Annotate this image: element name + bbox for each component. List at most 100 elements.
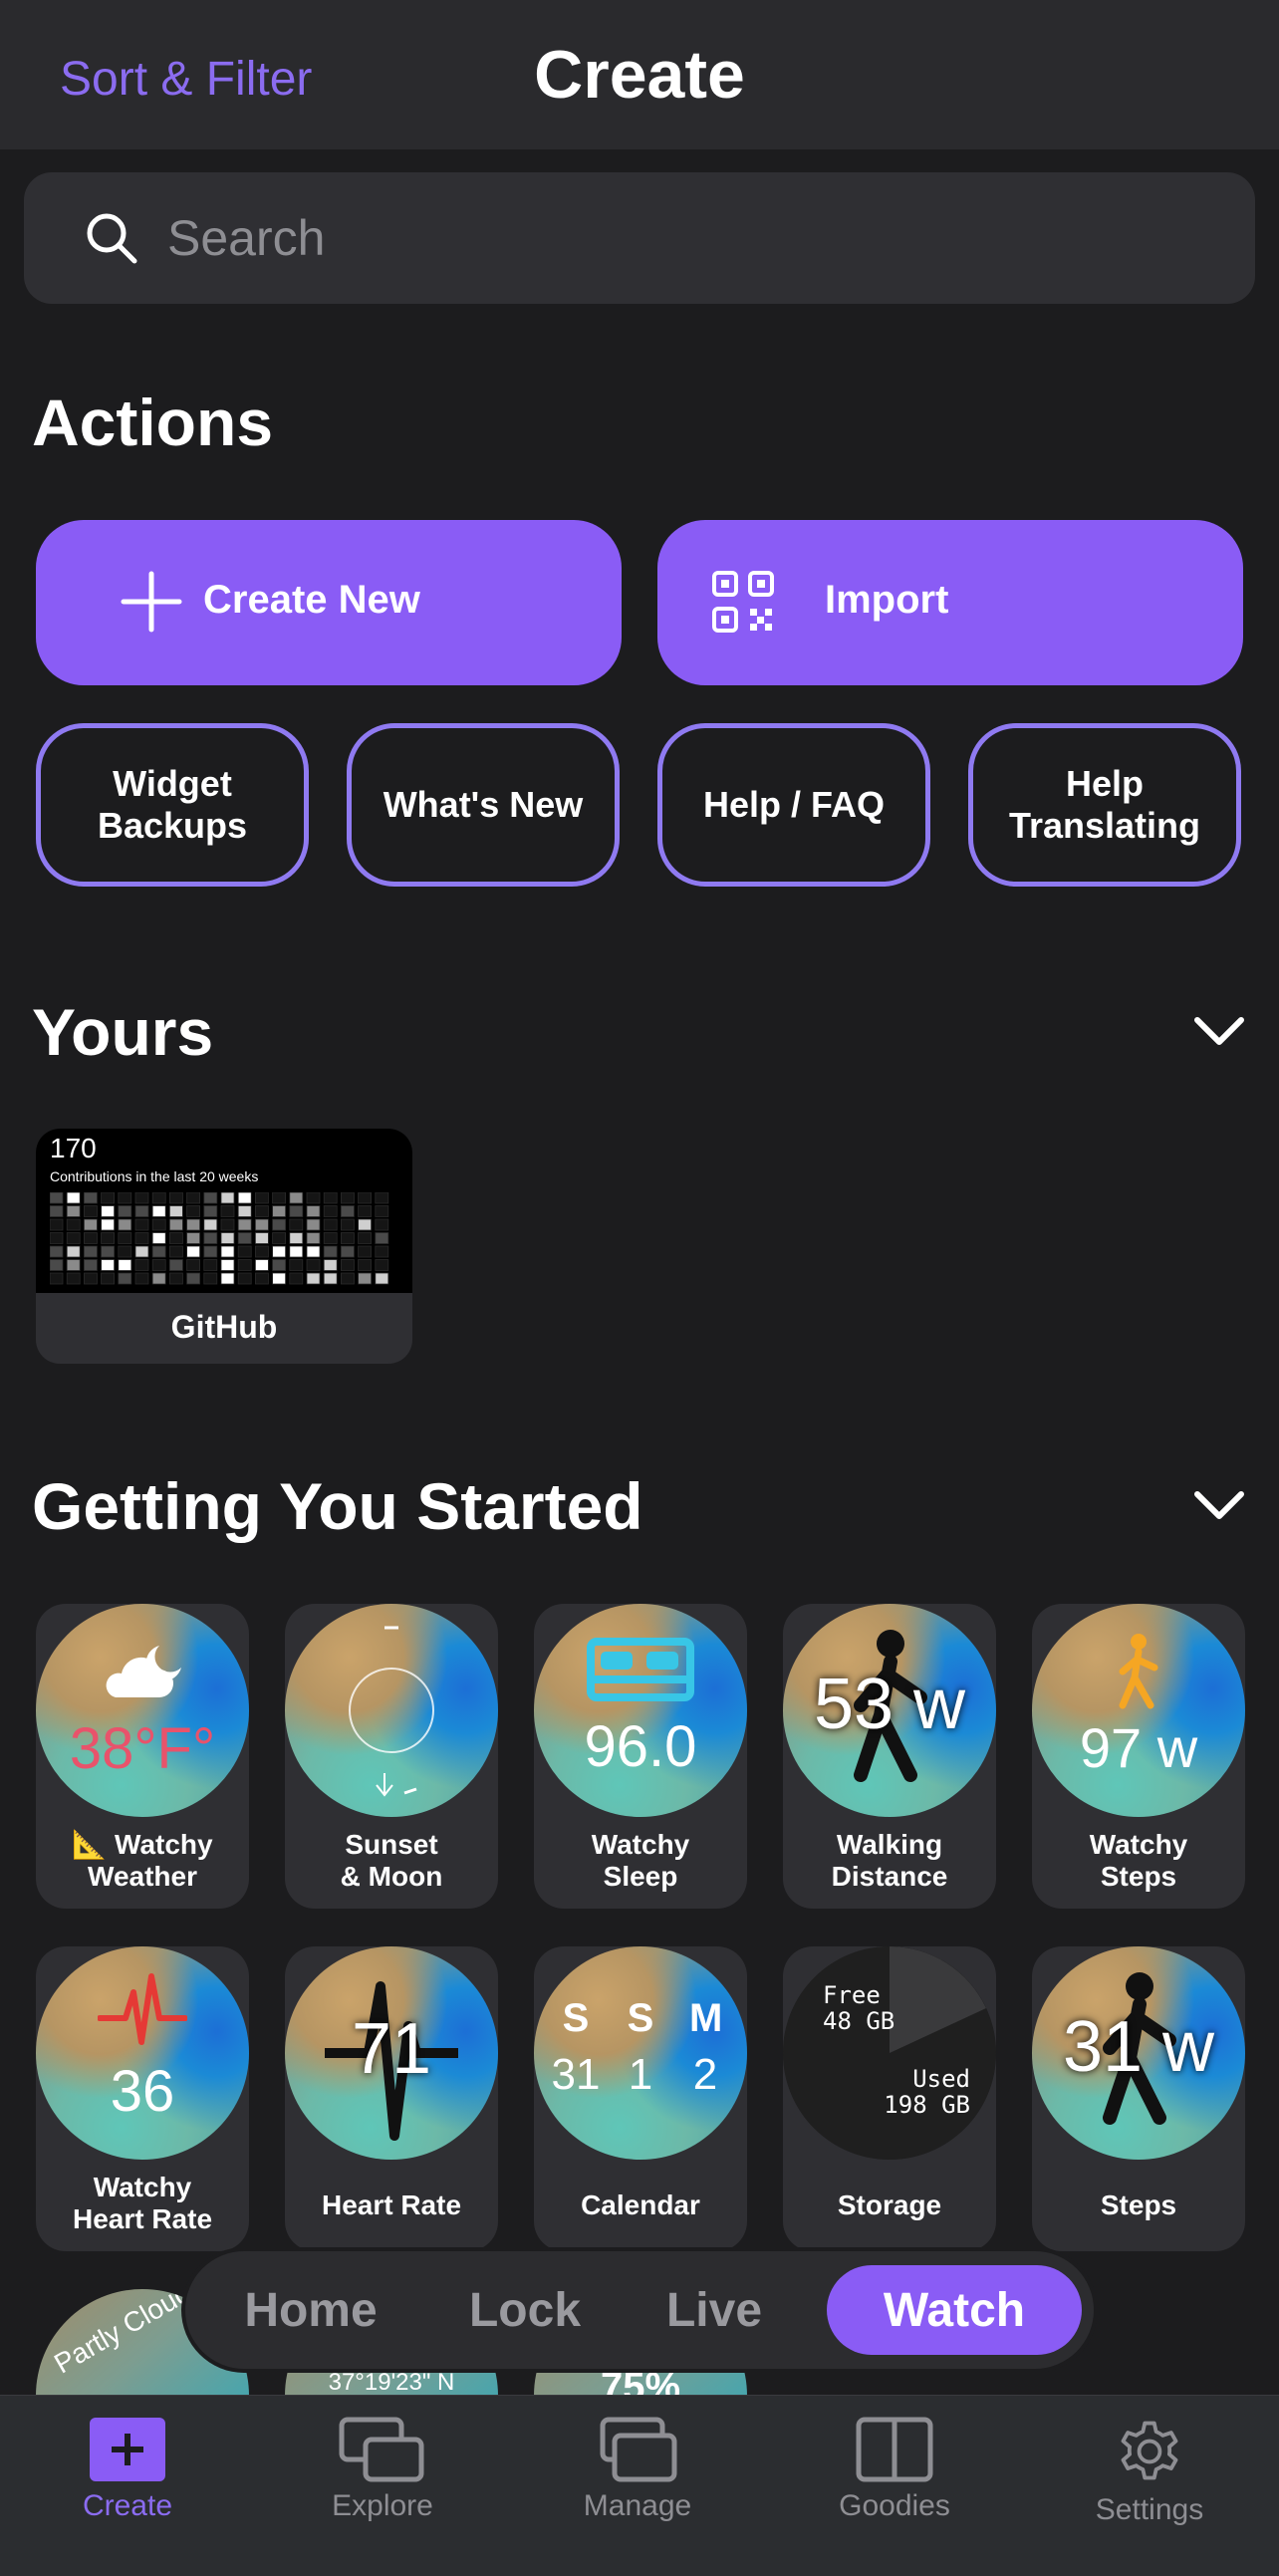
chevron-down-icon[interactable] — [1193, 1014, 1245, 1050]
contribution-cell — [118, 1232, 132, 1244]
steps-tile[interactable]: 31 w Steps — [1032, 1946, 1245, 2251]
contribution-cell — [151, 1245, 166, 1258]
contribution-cell — [101, 1218, 115, 1231]
contribution-cell — [169, 1259, 183, 1271]
github-widget-card[interactable]: 170 Contributions in the last 20 weeks G… — [36, 1129, 412, 1364]
contribution-cell — [118, 1218, 132, 1231]
contribution-cell — [118, 1205, 132, 1217]
contribution-cell — [50, 1192, 64, 1204]
heart-rate-tile[interactable]: 71 Heart Rate — [285, 1946, 498, 2251]
contribution-cell — [375, 1259, 389, 1271]
watchy-sleep-tile[interactable]: 96.0 Watchy Sleep — [534, 1604, 747, 1909]
contribution-cell — [101, 1272, 115, 1285]
contribution-cell — [101, 1192, 115, 1204]
calendar-date: 2 — [692, 2050, 718, 2099]
search-bar[interactable] — [24, 172, 1255, 304]
contribution-cell — [220, 1259, 235, 1271]
search-input[interactable] — [167, 202, 1213, 274]
tile-label: Heart Rate — [321, 2190, 462, 2220]
calendar-day: S — [562, 1996, 590, 2040]
sleep-value: 96.0 — [584, 1714, 697, 1779]
tab-explore[interactable]: Explore — [293, 2416, 472, 2545]
contribution-cell — [289, 1218, 304, 1231]
calendar-tile[interactable]: S S M 31 1 2 Calendar — [534, 1946, 747, 2251]
contribution-cell — [323, 1192, 338, 1204]
tab-create[interactable]: Create — [38, 2416, 217, 2545]
watchy-steps-tile[interactable]: 97 w Watchy Steps — [1032, 1604, 1245, 1909]
tab-label: Manage — [583, 2489, 692, 2522]
contribution-cell — [66, 1192, 81, 1204]
contribution-cell — [358, 1205, 373, 1217]
widget-backups-button[interactable]: Widget Backups — [36, 723, 309, 887]
contribution-cell — [84, 1245, 98, 1258]
help-translating-button[interactable]: Help Translating — [968, 723, 1241, 887]
tab-goodies[interactable]: Goodies — [805, 2416, 984, 2545]
contribution-cell — [237, 1245, 252, 1258]
help-translating-label: Help Translating — [1008, 763, 1201, 846]
tab-label: Goodies — [839, 2489, 950, 2522]
contribution-cell — [50, 1245, 64, 1258]
contribution-cell — [358, 1218, 373, 1231]
contribution-cell — [306, 1232, 321, 1244]
contribution-cell — [375, 1245, 389, 1258]
contribution-cell — [118, 1192, 132, 1204]
contribution-cell — [101, 1245, 115, 1258]
help-faq-button[interactable]: Help / FAQ — [657, 723, 930, 887]
chevron-down-icon[interactable] — [1193, 1488, 1245, 1524]
whats-new-button[interactable]: What's New — [347, 723, 620, 887]
contribution-cell — [151, 1192, 166, 1204]
bed-icon — [587, 1638, 694, 1701]
sunset-moon-tile[interactable]: Sunset & Moon — [285, 1604, 498, 1909]
contribution-cell — [323, 1205, 338, 1217]
contribution-cell — [169, 1205, 183, 1217]
weather-condition: Partly Cloudy — [49, 2289, 208, 2380]
contribution-cell — [203, 1205, 218, 1217]
tab-settings[interactable]: Settings — [1060, 2416, 1239, 2545]
contribution-cell — [186, 1232, 201, 1244]
contribution-cell — [340, 1272, 355, 1285]
segment-home[interactable]: Home — [221, 2265, 400, 2355]
contribution-cell — [50, 1232, 64, 1244]
contribution-cell — [358, 1272, 373, 1285]
contribution-cell — [289, 1245, 304, 1258]
contribution-cell — [118, 1259, 132, 1271]
contribution-cell — [101, 1259, 115, 1271]
heart-rate-value: 36 — [110, 2059, 175, 2124]
contribution-cell — [375, 1205, 389, 1217]
contribution-cell — [186, 1192, 201, 1204]
contribution-cell — [151, 1232, 166, 1244]
segment-live[interactable]: Live — [649, 2265, 779, 2355]
contribution-cell — [151, 1259, 166, 1271]
contribution-cell — [358, 1245, 373, 1258]
calendar-day: M — [689, 1996, 723, 2040]
contribution-cell — [151, 1272, 166, 1285]
contribution-cell — [220, 1218, 235, 1231]
contribution-cell — [50, 1218, 64, 1231]
tile-label: Watchy Steps — [1089, 1829, 1188, 1892]
segment-lock[interactable]: Lock — [450, 2265, 600, 2355]
contribution-cell — [306, 1192, 321, 1204]
calendar-preview: S S M 31 1 2 — [534, 1946, 747, 2160]
contribution-cell — [237, 1259, 252, 1271]
watchy-heart-rate-tile[interactable]: 36 Watchy Heart Rate — [36, 1946, 249, 2251]
segment-watch[interactable]: Watch — [827, 2265, 1082, 2355]
plus-icon — [121, 571, 182, 633]
contribution-cell — [186, 1218, 201, 1231]
tab-manage[interactable]: Manage — [548, 2416, 727, 2545]
storage-tile[interactable]: Free 48 GB Used 198 GB Storage — [783, 1946, 996, 2251]
tile-label: 📐 Watchy Weather — [72, 1829, 213, 1892]
import-button[interactable]: Import — [657, 520, 1243, 685]
contribution-cell — [50, 1259, 64, 1271]
walking-distance-tile[interactable]: 53 w Walking Distance — [783, 1604, 996, 1909]
contribution-cell — [323, 1218, 338, 1231]
contribution-cell — [237, 1192, 252, 1204]
create-new-button[interactable]: Create New — [36, 520, 622, 685]
contribution-cell — [186, 1259, 201, 1271]
contribution-cell — [358, 1232, 373, 1244]
contribution-cell — [84, 1218, 98, 1231]
contribution-cell — [306, 1205, 321, 1217]
contribution-cell — [289, 1272, 304, 1285]
heart-rate-value: 71 — [351, 2009, 432, 2089]
watchy-weather-tile[interactable]: 38°F° 📐 Watchy Weather — [36, 1604, 249, 1909]
contribution-cell — [323, 1232, 338, 1244]
